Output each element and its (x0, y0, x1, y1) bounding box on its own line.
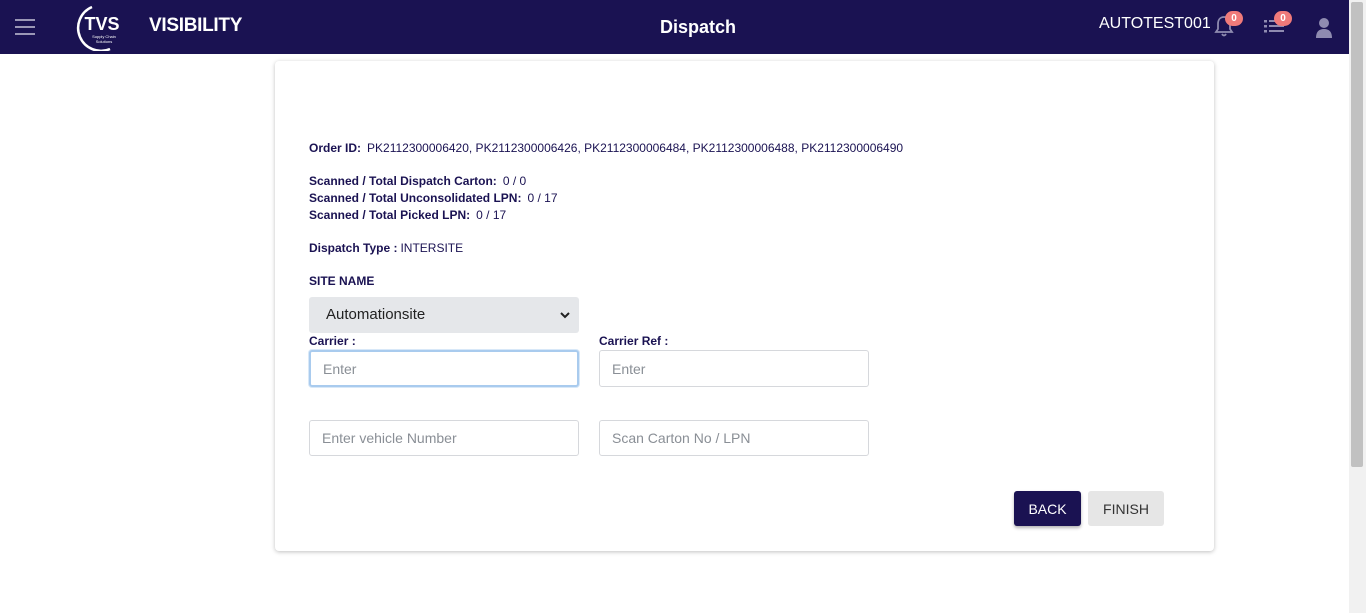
picked-label: Scanned / Total Picked LPN: (309, 208, 471, 222)
carrier-label: Carrier : (309, 334, 356, 348)
picked-row: Scanned / Total Picked LPN: 0 / 17 (309, 208, 506, 222)
order-id-row: Order ID: PK2112300006420, PK211230000642… (309, 141, 903, 155)
site-name-select[interactable]: Automationsite (309, 297, 579, 333)
site-name-selected: Automationsite (326, 306, 426, 323)
svg-text:Solutions: Solutions (96, 39, 112, 44)
site-name-label: SITE NAME (309, 274, 375, 288)
tasks-badge: 0 (1274, 11, 1292, 26)
dispatch-type-label: Dispatch Type : (309, 241, 398, 255)
user-profile-button[interactable] (1315, 17, 1333, 44)
user-icon (1316, 18, 1332, 38)
order-id-value: PK2112300006420, PK2112300006426, PK2112… (367, 141, 904, 155)
scrollbar-thumb[interactable] (1351, 2, 1363, 467)
notifications-button[interactable]: 0 (1214, 11, 1243, 43)
tasks-button[interactable]: 0 (1263, 11, 1292, 43)
carrier-input[interactable] (309, 350, 579, 387)
back-button[interactable]: BACK (1014, 491, 1081, 526)
unconsolidated-value: 0 / 17 (527, 191, 558, 205)
unconsolidated-row: Scanned / Total Unconsolidated LPN: 0 / 1… (309, 191, 558, 205)
scan-carton-input[interactable] (599, 420, 869, 456)
carton-label: Scanned / Total Dispatch Carton: (309, 174, 497, 188)
dispatch-type-row: Dispatch Type : INTERSITE (309, 241, 463, 255)
carrier-ref-input[interactable] (599, 350, 869, 387)
carton-value: 0 / 0 (502, 174, 527, 188)
chevron-down-icon (560, 312, 570, 319)
carrier-ref-label: Carrier Ref : (599, 334, 669, 348)
order-id-label: Order ID: (309, 141, 362, 155)
username[interactable]: AUTOTEST001 (1099, 15, 1211, 33)
top-navbar: TVS Supply Chain Solutions VISIBILITY Di… (0, 0, 1349, 54)
carton-row: Scanned / Total Dispatch Carton: 0 / 0 (309, 174, 526, 188)
unconsolidated-label: Scanned / Total Unconsolidated LPN: (309, 191, 522, 205)
dispatch-card: Order ID: PK2112300006420, PK211230000642… (275, 61, 1214, 551)
page-scrollbar[interactable] (1349, 0, 1366, 613)
dispatch-type-value: INTERSITE (400, 241, 464, 255)
page-title: Dispatch (659, 17, 737, 37)
picked-value: 0 / 17 (476, 208, 507, 222)
vehicle-number-input[interactable] (309, 420, 579, 456)
finish-button[interactable]: FINISH (1088, 491, 1164, 526)
notifications-badge: 0 (1225, 11, 1243, 26)
